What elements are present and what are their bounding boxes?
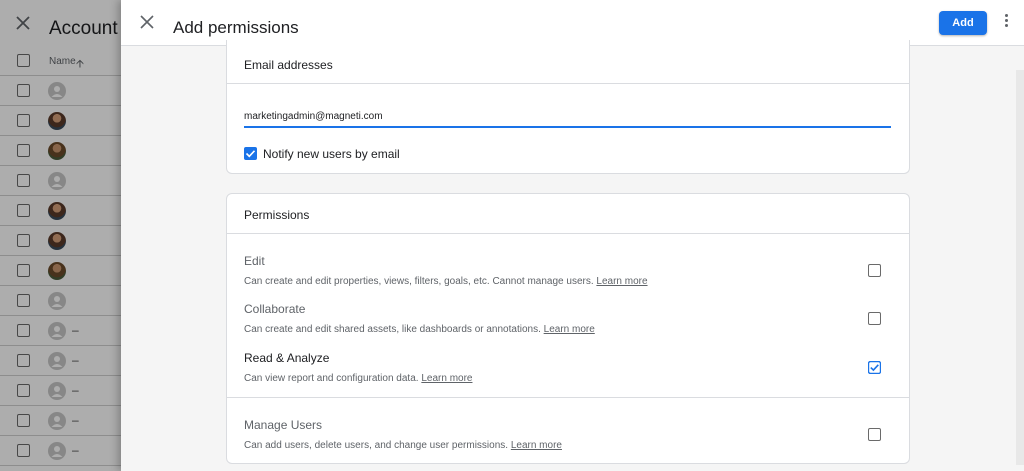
scrollbar[interactable] [1016,70,1024,465]
close-icon[interactable] [139,14,155,30]
permission-description: Can create and edit properties, views, f… [244,276,648,287]
read-analyze-checkbox[interactable] [867,360,882,375]
permission-name: Read & Analyze [244,351,330,365]
collaborate-checkbox[interactable] [868,312,881,325]
learn-more-link[interactable]: Learn more [511,440,562,451]
card-header: Permissions [227,194,909,234]
add-permissions-drawer: Add permissions Add Email addresses Noti… [121,0,1024,471]
checkmark-icon [867,360,882,375]
notify-checkbox[interactable] [244,147,257,160]
divider [227,397,909,398]
permissions-card: Permissions Edit Can create and edit pro… [226,193,910,464]
permission-description: Can add users, delete users, and change … [244,440,562,451]
learn-more-link[interactable]: Learn more [421,373,472,384]
drawer-title: Add permissions [173,18,299,37]
manage-users-checkbox[interactable] [868,428,881,441]
permission-name: Collaborate [244,302,306,316]
permission-name: Manage Users [244,418,323,432]
permission-description: Can create and edit shared assets, like … [244,324,595,335]
checkmark-icon [245,150,256,158]
edit-checkbox[interactable] [868,264,881,277]
card-header: Email addresses [227,40,909,84]
email-addresses-card: Email addresses Notify new users by emai… [226,40,910,174]
email-field[interactable] [244,106,891,128]
add-button[interactable]: Add [939,11,987,35]
email-addresses-heading: Email addresses [244,58,333,72]
permission-name: Edit [244,254,265,268]
notify-label[interactable]: Notify new users by email [263,147,400,161]
learn-more-link[interactable]: Learn more [544,324,595,335]
more-options-icon[interactable] [1001,14,1011,32]
learn-more-link[interactable]: Learn more [596,276,647,287]
permissions-heading: Permissions [244,208,310,222]
permission-description: Can view report and configuration data. … [244,373,473,384]
